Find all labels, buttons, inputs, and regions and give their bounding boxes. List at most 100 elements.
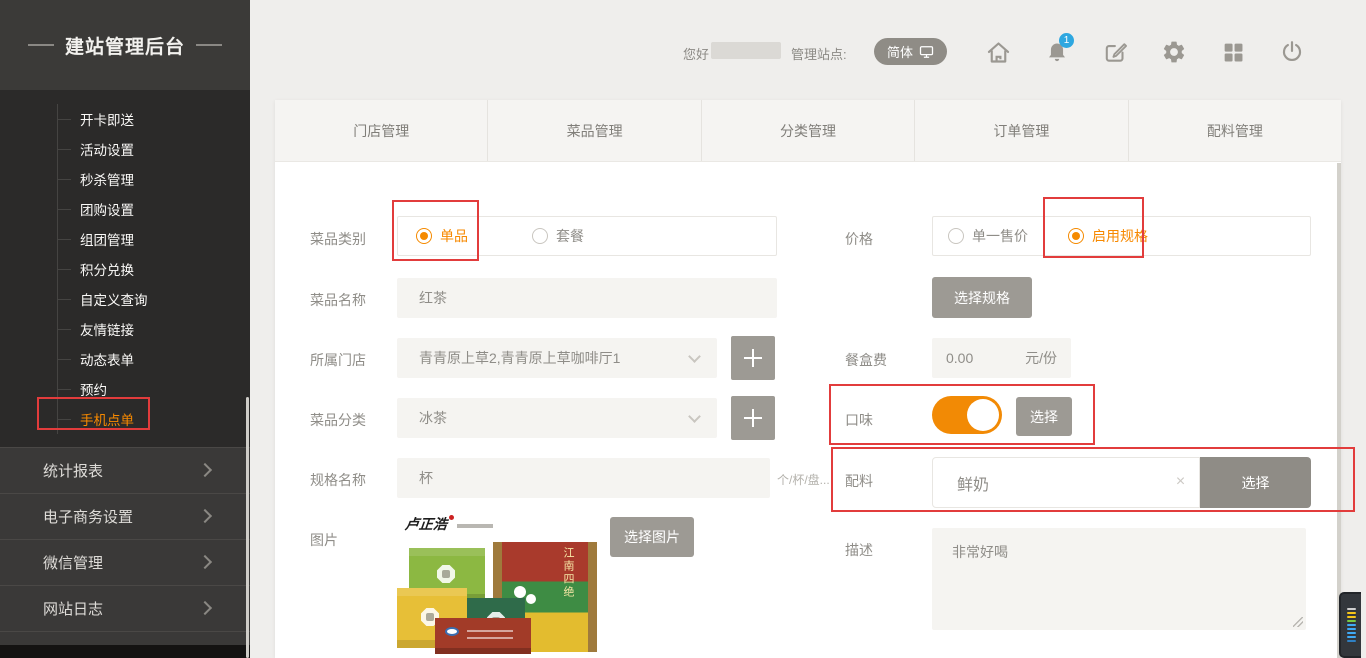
dish-type-radio-group: 单品 套餐	[397, 216, 777, 256]
toggle-knob	[967, 399, 999, 431]
sidebar-item-group-buy[interactable]: 团购设置	[0, 194, 250, 224]
home-button[interactable]	[983, 37, 1013, 67]
sidebar-section-wechat-management[interactable]: 微信管理	[0, 539, 250, 585]
ingredient-input[interactable]: 鲜奶 ×	[932, 457, 1200, 508]
monitor-icon	[919, 45, 934, 59]
tree-tick-icon	[57, 389, 71, 390]
settings-button[interactable]	[1159, 37, 1189, 67]
notifications-button[interactable]: 1	[1042, 37, 1072, 67]
sidebar-item-friend-links[interactable]: 友情链接	[0, 314, 250, 344]
box-fee-label: 餐盒费	[845, 350, 887, 370]
sidebar-item-points-exchange[interactable]: 积分兑换	[0, 254, 250, 284]
tea-box-line	[467, 637, 513, 639]
tree-tick-icon	[57, 299, 71, 300]
radio-single-item-label[interactable]: 单品	[440, 226, 468, 246]
add-store-button[interactable]	[731, 336, 775, 380]
widget-dash	[1347, 624, 1356, 626]
sidebar-item-flash-sale[interactable]: 秒杀管理	[0, 164, 250, 194]
sidebar-item-label: 积分兑换	[80, 259, 134, 279]
box-fee-input[interactable]: 0.00 元/份	[932, 338, 1071, 378]
tab-dish-management[interactable]: 菜品管理	[487, 100, 700, 161]
grid-icon	[1221, 40, 1246, 65]
tab-label: 订单管理	[993, 121, 1049, 141]
sidebar-item-dynamic-forms[interactable]: 动态表单	[0, 344, 250, 374]
teacup-icon	[526, 594, 536, 604]
category-label: 菜品分类	[310, 410, 366, 430]
box-fee-unit: 元/份	[1025, 348, 1057, 368]
price-radio-group: 单一售价 启用规格	[932, 216, 1311, 256]
radio-set-meal-label[interactable]: 套餐	[556, 226, 584, 246]
title-dash-left	[28, 44, 54, 46]
choose-image-button[interactable]: 选择图片	[610, 517, 694, 557]
extension-widget[interactable]	[1339, 592, 1361, 658]
chevron-right-icon	[198, 509, 212, 523]
sidebar-item-reservation[interactable]: 预约	[0, 374, 250, 404]
store-select[interactable]: 青青原上草2,青青原上草咖啡厅1	[397, 338, 717, 378]
apps-button[interactable]	[1218, 37, 1248, 67]
brand-dot	[449, 515, 454, 520]
clear-icon[interactable]: ×	[1176, 474, 1185, 490]
sidebar-bottom-strip	[0, 645, 250, 658]
tab-order-management[interactable]: 订单管理	[914, 100, 1127, 161]
chevron-right-icon	[198, 555, 212, 569]
chevron-down-icon	[688, 410, 701, 423]
widget-dash	[1347, 608, 1356, 610]
home-icon	[985, 39, 1012, 66]
widget-dash	[1347, 628, 1356, 630]
radio-single-price-label[interactable]: 单一售价	[972, 226, 1028, 246]
image-label: 图片	[310, 530, 338, 550]
sidebar-item-activity-settings[interactable]: 活动设置	[0, 134, 250, 164]
chevron-down-icon	[688, 350, 701, 363]
tab-store-management[interactable]: 门店管理	[275, 100, 487, 161]
sidebar-item-label: 动态表单	[80, 349, 134, 369]
sidebar-item-custom-query[interactable]: 自定义查询	[0, 284, 250, 314]
language-pill[interactable]: 简体	[874, 38, 947, 65]
category-select[interactable]: 冰茶	[397, 398, 717, 438]
content-scrollbar[interactable]	[1337, 163, 1341, 658]
edit-button[interactable]	[1101, 37, 1131, 67]
section-label: 电子商务设置	[43, 506, 133, 527]
dish-name-input[interactable]	[397, 278, 777, 318]
flavor-toggle[interactable]	[932, 396, 1002, 434]
description-textarea[interactable]: 非常好喝	[932, 528, 1306, 630]
radio-single-item[interactable]	[416, 228, 432, 244]
sidebar-section-ecommerce-settings[interactable]: 电子商务设置	[0, 493, 250, 539]
language-label: 简体	[887, 42, 913, 61]
tab-category-management[interactable]: 分类管理	[701, 100, 914, 161]
radio-enable-spec[interactable]	[1068, 228, 1084, 244]
sidebar-scrollbar[interactable]	[246, 397, 249, 658]
tab-label: 配料管理	[1207, 121, 1263, 141]
sidebar-item-open-card-gift[interactable]: 开卡即送	[0, 104, 250, 134]
category-select-value: 冰茶	[419, 408, 447, 428]
sidebar-item-mobile-ordering[interactable]: 手机点单	[0, 404, 250, 434]
sidebar-item-label: 手机点单	[80, 409, 134, 429]
logout-button[interactable]	[1277, 37, 1307, 67]
ingredient-choose-button[interactable]: 选择	[1200, 457, 1311, 508]
radio-single-price[interactable]	[948, 228, 964, 244]
sidebar: 建站管理后台 开卡即送 活动设置 秒杀管理 团购设置 组团管理 积分兑换 自定义…	[0, 0, 250, 658]
sidebar-section-site-logs[interactable]: 网站日志	[0, 585, 250, 631]
tree-tick-icon	[57, 119, 71, 120]
tabbar: 门店管理 菜品管理 分类管理 订单管理 配料管理	[275, 100, 1341, 162]
box-fee-value: 0.00	[946, 350, 973, 366]
app-title: 建站管理后台	[65, 32, 185, 59]
radio-enable-spec-label[interactable]: 启用规格	[1092, 226, 1148, 246]
sidebar-section-statistics[interactable]: 统计报表	[0, 447, 250, 493]
content-card: 门店管理 菜品管理 分类管理 订单管理 配料管理 菜品类别 单品 套餐 菜品名称…	[275, 100, 1341, 658]
tree-tick-icon	[57, 359, 71, 360]
flavor-choose-button[interactable]: 选择	[1016, 397, 1072, 436]
widget-dash	[1347, 620, 1356, 622]
username-redacted	[711, 42, 781, 59]
choose-spec-button[interactable]: 选择规格	[932, 277, 1032, 318]
widget-dash	[1347, 616, 1356, 618]
add-category-button[interactable]	[731, 396, 775, 440]
sidebar-item-group-management[interactable]: 组团管理	[0, 224, 250, 254]
sidebar-item-label: 活动设置	[80, 139, 134, 159]
chevron-right-icon	[198, 601, 212, 615]
title-dash-right	[196, 44, 222, 46]
resize-grip-icon	[1293, 617, 1303, 627]
tab-ingredient-management[interactable]: 配料管理	[1128, 100, 1341, 161]
spec-name-input[interactable]	[397, 458, 770, 498]
radio-set-meal[interactable]	[532, 228, 548, 244]
tea-box-logo	[445, 627, 459, 636]
